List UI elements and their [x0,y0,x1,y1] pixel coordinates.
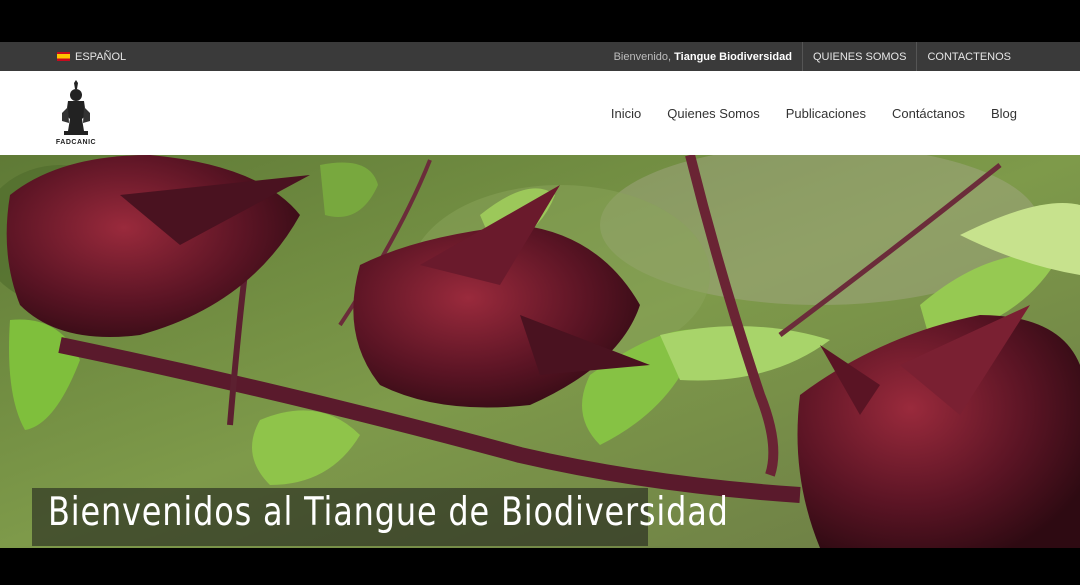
nav-item-blog[interactable]: Blog [991,106,1017,121]
welcome-message: Bienvenido, Tiangue Biodiversidad [614,51,802,63]
hero-caption: Bienvenidos al Tiangue de Biodiversidad [48,490,729,535]
logo-text: FADCANIC [55,139,97,146]
bottom-black-band [0,548,1080,585]
main-nav: Inicio Quienes Somos Publicaciones Contá… [611,71,1017,155]
welcome-user-name[interactable]: Tiangue Biodiversidad [674,51,792,63]
nav-item-publicaciones[interactable]: Publicaciones [786,106,866,121]
language-selector[interactable]: ESPAÑOL [57,42,126,71]
top-link-contactenos[interactable]: CONTACTENOS [916,42,1021,71]
spain-flag-icon [57,52,70,61]
nav-item-contactanos[interactable]: Contáctanos [892,106,965,121]
welcome-prefix: Bienvenido, [613,50,672,63]
nav-item-quienes-somos[interactable]: Quienes Somos [667,106,760,121]
site-header: FADCANIC Inicio Quienes Somos Publicacio… [0,71,1080,155]
logo-figure-icon [62,80,90,135]
nav-item-inicio[interactable]: Inicio [611,106,641,121]
site-logo[interactable]: FADCANIC [48,79,104,151]
top-link-quienes-somos[interactable]: QUIENES SOMOS [801,42,917,71]
top-bar: ESPAÑOL Bienvenido, Tiangue Biodiversida… [0,42,1080,71]
language-label: ESPAÑOL [75,50,127,63]
top-black-band [0,0,1080,42]
